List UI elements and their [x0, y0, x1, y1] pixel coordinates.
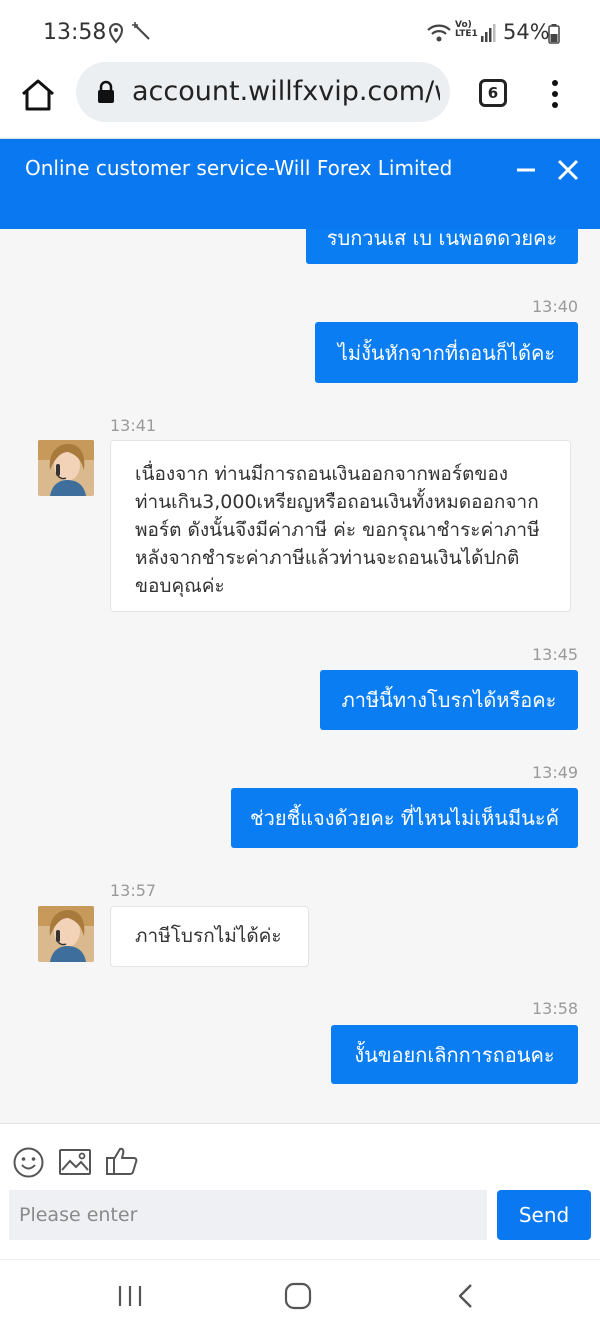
thumbs-up-icon[interactable]	[106, 1146, 138, 1176]
minimize-icon[interactable]	[514, 158, 538, 182]
chat-header	[0, 139, 600, 229]
message-time: 13:49	[532, 763, 579, 782]
location-icon	[108, 23, 124, 44]
message-line: เนื่องจาก ท่านมีการถอนเงินออกจากพอร์ตของ	[135, 463, 509, 485]
message-line: พอร์ต ดังนั้นจึงมีค่าภาษี ค่ะ ขอกรุณาชำร…	[135, 519, 540, 541]
outgoing-message: ช่วยชี้แจงด้วยคะ ที่ไหนไม่เห็นมีนะค้	[231, 788, 578, 848]
tabs-button[interactable]: 6	[479, 79, 507, 107]
nav-home-icon[interactable]	[284, 1282, 312, 1310]
message-time: 13:40	[532, 297, 579, 316]
message-time: 13:58	[532, 999, 579, 1018]
close-icon[interactable]	[555, 157, 581, 183]
chat-messages[interactable]: รบกวนเส เบ เนพอตดวยคะ 13:40 ไม่งั้นหักจา…	[0, 229, 600, 1123]
url-text[interactable]: account.willfxvip.com/wi	[132, 76, 440, 107]
lock-icon	[98, 80, 114, 103]
status-time: 13:58	[43, 20, 107, 45]
message-time: 13:45	[532, 645, 579, 664]
message-input[interactable]	[9, 1190, 487, 1240]
wifi-icon	[427, 24, 451, 42]
nav-back-icon[interactable]	[456, 1283, 474, 1309]
incoming-message: เนื่องจาก ท่านมีการถอนเงินออกจากพอร์ตของ…	[110, 440, 571, 612]
magic-wand-icon	[132, 22, 150, 40]
message-line: ท่านเกิน3,000เหรียญหรือถอนเงินทั้งหมดออก…	[135, 491, 539, 513]
agent-avatar	[38, 440, 94, 496]
home-icon[interactable]	[20, 78, 56, 112]
outgoing-message: ภาษีนี้ทางโบรกได้หรือคะ	[320, 670, 578, 730]
message-line: ขอบคุณค่ะ	[135, 575, 225, 597]
emoji-icon[interactable]	[13, 1147, 44, 1178]
chat-title: Online customer service-Will Forex Limit…	[25, 156, 453, 180]
lte-label-bottom: LTE1	[455, 29, 478, 39]
menu-icon[interactable]	[548, 79, 562, 109]
outgoing-message: รบกวนเส เบ เนพอตดวยคะ	[306, 229, 578, 264]
incoming-message: ภาษีโบรกไม่ได้ค่ะ	[110, 906, 309, 967]
battery-icon	[548, 24, 560, 44]
outgoing-message: งั้นขอยกเลิกการถอนคะ	[331, 1025, 578, 1084]
signal-icon	[481, 24, 496, 42]
nav-recents-icon[interactable]	[117, 1284, 143, 1308]
lte-indicator: Vo) LTE1	[455, 21, 478, 39]
message-time: 13:57	[110, 881, 157, 900]
image-icon[interactable]	[59, 1149, 91, 1175]
message-line: หลังจากชำระค่าภาษีแล้วท่านจะถอนเงินได้ปก…	[135, 547, 520, 569]
send-button[interactable]: Send	[497, 1190, 591, 1240]
battery-percent: 54%	[503, 20, 550, 44]
outgoing-message: ไม่งั้นหักจากที่ถอนก็ได้คะ	[315, 322, 578, 383]
message-time: 13:41	[110, 416, 157, 435]
agent-avatar	[38, 906, 94, 962]
